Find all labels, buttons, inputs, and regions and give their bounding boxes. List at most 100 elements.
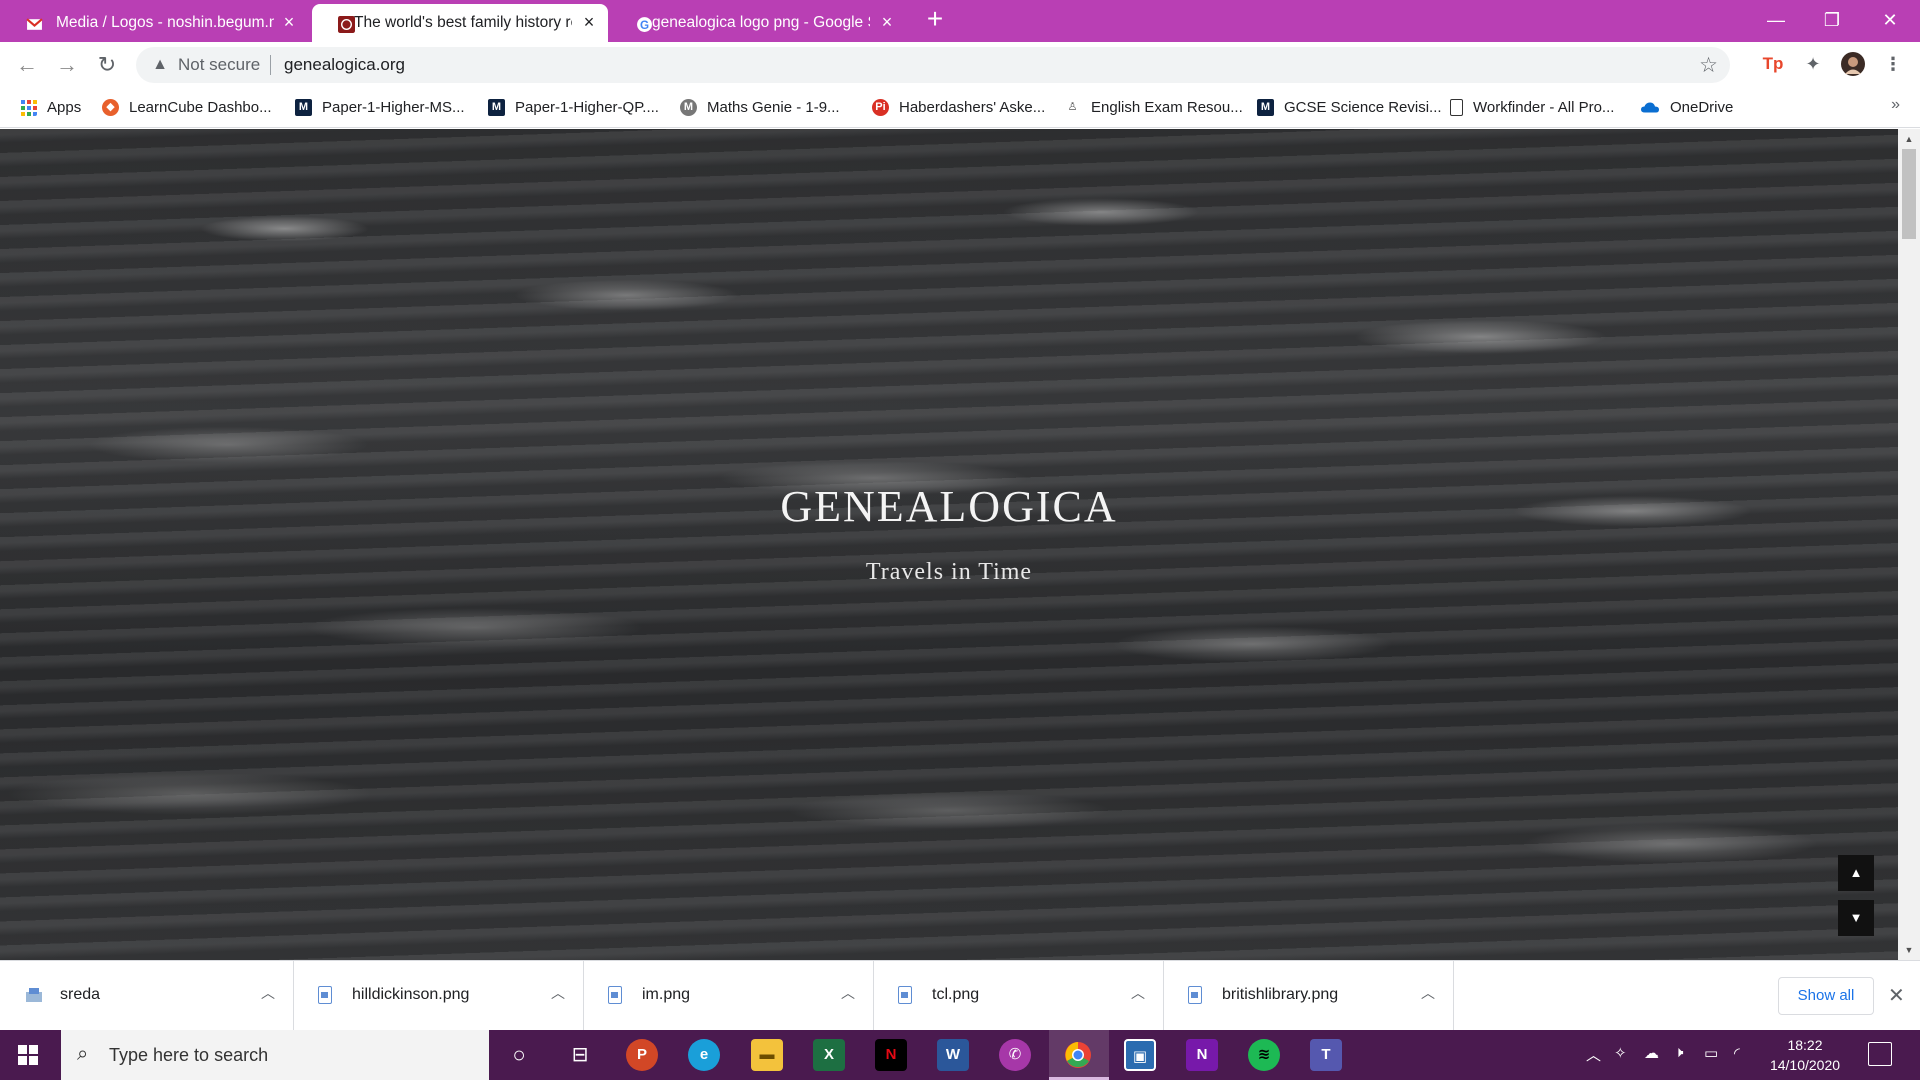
address-bar[interactable]: ▲ Not secure genealogica.org ☆ <box>136 47 1730 83</box>
bookmark-learncube[interactable]: ◆ LearnCube Dashbo... <box>102 94 272 120</box>
volume-icon[interactable]: 🕨 <box>1674 1044 1683 1061</box>
tab-genealogica[interactable]: The world's best family history re × <box>312 4 608 42</box>
close-icon[interactable]: ✕ <box>1888 983 1905 1008</box>
bookmark-label: Paper-1-Higher-MS... <box>322 98 465 116</box>
hero-section: GENEALOGICA Travels in Time ▲ ▼ <box>0 129 1898 960</box>
bookmark-label: Paper-1-Higher-QP.... <box>515 98 659 116</box>
bookmark-haberdashers[interactable]: Pi Haberdashers' Aske... <box>872 94 1045 120</box>
chevron-up-icon[interactable]: ︿ <box>261 983 275 1003</box>
restore-icon[interactable]: ❐ <box>1818 6 1846 34</box>
windows-start-icon[interactable] <box>18 1045 38 1065</box>
show-all-button[interactable]: Show all <box>1778 977 1874 1015</box>
back-button[interactable]: ← <box>14 52 40 78</box>
bookmarks-overflow-icon[interactable]: » <box>1891 96 1900 114</box>
bookmark-apps[interactable]: Apps <box>20 94 81 120</box>
page-subtitle: Travels in Time <box>865 559 1033 585</box>
bookmark-paper-qp[interactable]: M Paper-1-Higher-QP.... <box>488 94 659 120</box>
windows-taskbar: ⌕ Type here to search ○ ⊟ P e ▬ X N W ✆ … <box>0 1030 1920 1080</box>
spotify-icon[interactable]: ≋ <box>1248 1039 1280 1071</box>
wifi-icon[interactable]: ◜ <box>1734 1044 1740 1062</box>
tray-chevron-icon[interactable]: ︿ <box>1586 1044 1601 1065</box>
cortana-icon[interactable]: ○ <box>503 1039 535 1071</box>
file-icon <box>898 986 912 1004</box>
bookmark-english[interactable]: ♙ English Exam Resou... <box>1064 94 1243 120</box>
learncube-icon: ◆ <box>102 98 119 116</box>
download-item[interactable]: im.png ︿ <box>584 961 874 1031</box>
snipping-tool-icon[interactable]: ▣ <box>1124 1039 1156 1071</box>
bookmark-paper-ms[interactable]: M Paper-1-Higher-MS... <box>295 94 465 120</box>
menu-kebab-icon[interactable]: ⋮ <box>1880 51 1906 77</box>
bookmark-label: Apps <box>47 98 82 116</box>
powerpoint-icon[interactable]: P <box>626 1039 658 1071</box>
extensions-puzzle-icon[interactable]: ✦ <box>1800 51 1826 77</box>
chevron-up-icon[interactable]: ︿ <box>1421 983 1435 1003</box>
bookmark-star-icon[interactable]: ☆ <box>1699 53 1718 78</box>
scrollbar-thumb[interactable] <box>1902 149 1916 239</box>
teams-icon[interactable]: T <box>1310 1039 1342 1071</box>
file-explorer-icon[interactable]: ▬ <box>751 1039 783 1071</box>
netflix-icon[interactable]: N <box>875 1039 907 1071</box>
close-icon[interactable]: × <box>280 13 298 31</box>
forward-button[interactable]: → <box>54 52 80 78</box>
close-icon[interactable]: × <box>878 13 896 31</box>
url-text[interactable]: genealogica.org <box>284 55 405 75</box>
tab-gmail[interactable]: Media / Logos - noshin.begum.n × <box>0 4 310 42</box>
search-placeholder[interactable]: Type here to search <box>109 1045 268 1066</box>
clock-time: 18:22 <box>1787 1037 1823 1053</box>
edge-icon[interactable]: e <box>688 1039 720 1071</box>
word-icon[interactable]: W <box>937 1039 969 1071</box>
download-item[interactable]: tcl.png ︿ <box>874 961 1164 1031</box>
chevron-up-icon[interactable]: ︿ <box>551 983 565 1003</box>
notification-icon[interactable] <box>1868 1042 1892 1066</box>
whatsapp-icon[interactable]: ✆ <box>999 1039 1031 1071</box>
scroll-up-button[interactable]: ▲ <box>1838 855 1874 891</box>
page-title: GENEALOGICA <box>780 482 1118 531</box>
reload-button[interactable]: ↻ <box>94 52 120 78</box>
maths-genie-icon: M <box>680 98 697 116</box>
tab-strip: Media / Logos - noshin.begum.n × The wor… <box>0 0 1920 42</box>
bookmark-onedrive[interactable]: OneDrive <box>1640 94 1733 120</box>
tp-extension-icon[interactable]: Tp <box>1760 51 1786 77</box>
apps-grid-icon <box>21 99 37 116</box>
download-filename: hilldickinson.png <box>352 986 470 1003</box>
download-item[interactable]: britishlibrary.png ︿ <box>1164 961 1454 1031</box>
close-icon[interactable]: × <box>580 13 598 31</box>
security-label[interactable]: Not secure <box>178 55 260 75</box>
download-item[interactable]: hilldickinson.png ︿ <box>294 961 584 1031</box>
taskbar-search[interactable]: ⌕ Type here to search <box>61 1030 489 1080</box>
bookmark-workfinder[interactable]: Workfinder - All Pro... <box>1450 94 1614 120</box>
task-view-icon[interactable]: ⊟ <box>564 1039 596 1071</box>
download-item[interactable]: sreda ︿ <box>0 961 294 1031</box>
chevron-up-icon[interactable]: ︿ <box>841 983 855 1003</box>
battery-icon[interactable]: ▭ <box>1704 1044 1718 1062</box>
tab-google[interactable]: G genealogica logo png - Google S × <box>610 4 906 42</box>
excel-icon[interactable]: X <box>813 1039 845 1071</box>
bookmark-maths-genie[interactable]: M Maths Genie - 1-9... <box>680 94 840 120</box>
taskbar-clock[interactable]: 18:22 14/10/2020 <box>1760 1035 1850 1075</box>
window-close-icon[interactable]: ✕ <box>1876 6 1904 34</box>
gmail-icon <box>26 18 43 30</box>
warning-icon[interactable]: ▲ <box>150 55 170 75</box>
scroll-down-button[interactable]: ▼ <box>1838 900 1874 936</box>
download-bar: sreda ︿ hilldickinson.png ︿ im.png ︿ tcl… <box>0 960 1920 1031</box>
download-filename: im.png <box>642 986 691 1003</box>
workfinder-icon <box>1450 98 1463 116</box>
minimize-icon[interactable]: — <box>1762 6 1790 34</box>
onedrive-icon <box>1641 102 1659 112</box>
scroll-down-arrow-icon[interactable]: ▼ <box>1898 942 1920 958</box>
vertical-scrollbar[interactable]: ▲ ▼ <box>1898 129 1920 960</box>
chrome-icon[interactable] <box>1062 1039 1094 1071</box>
avatar[interactable] <box>1840 51 1866 77</box>
dropbox-icon[interactable]: ✧ <box>1614 1044 1627 1062</box>
file-icon <box>608 986 622 1004</box>
onenote-icon[interactable]: N <box>1186 1039 1218 1071</box>
file-icon <box>318 986 332 1004</box>
chevron-up-icon[interactable]: ︿ <box>1131 983 1145 1003</box>
search-icon: ⌕ <box>77 1043 89 1065</box>
bookmark-gcse-science[interactable]: M GCSE Science Revisi... <box>1257 94 1442 120</box>
installer-icon <box>26 988 42 1002</box>
new-tab-button[interactable]: + <box>924 5 946 33</box>
tab-title: The world's best family history re <box>354 14 572 31</box>
scroll-up-arrow-icon[interactable]: ▲ <box>1898 131 1920 147</box>
onedrive-tray-icon[interactable]: ☁ <box>1644 1044 1659 1062</box>
